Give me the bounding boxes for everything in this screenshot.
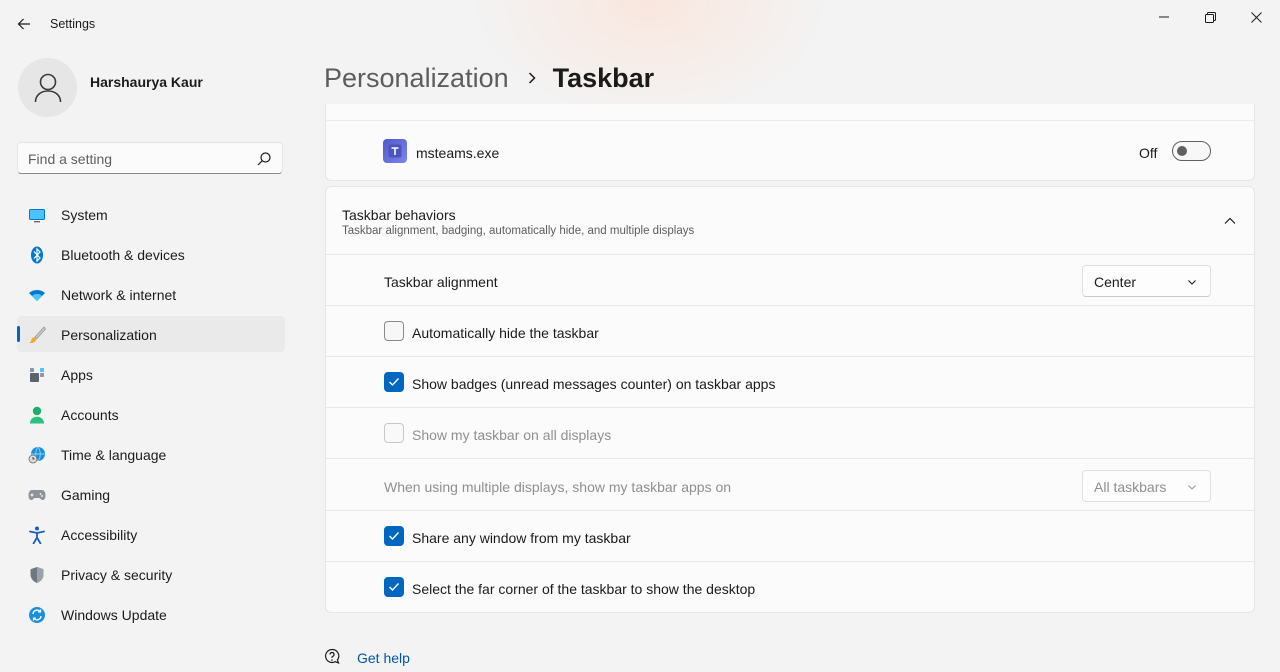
sidebar-item-personalization[interactable]: Personalization xyxy=(17,316,285,352)
multi-display-dropdown[interactable]: All taskbars xyxy=(1082,470,1211,502)
breadcrumb-parent[interactable]: Personalization xyxy=(324,63,509,94)
dropdown-value: Center xyxy=(1094,274,1137,290)
section-subtitle: Taskbar alignment, badging, automaticall… xyxy=(342,225,695,237)
wifi-icon xyxy=(28,286,46,304)
search-box[interactable] xyxy=(17,142,283,174)
row-label: Select the far corner of the taskbar to … xyxy=(412,581,756,597)
close-icon xyxy=(1250,11,1262,23)
chevron-down-icon xyxy=(1188,280,1196,285)
section-title: Taskbar behaviors xyxy=(342,207,456,223)
person-icon xyxy=(34,73,61,102)
monitor-icon xyxy=(28,206,46,224)
sidebar-item-system[interactable]: System xyxy=(17,196,285,232)
overflow-app-card: msteams.exe Off xyxy=(325,104,1255,181)
bluetooth-icon xyxy=(28,246,46,264)
row-label: When using multiple displays, show my ta… xyxy=(384,479,732,495)
taskbar-behaviors-card: Taskbar behaviors Taskbar alignment, bad… xyxy=(325,186,1255,613)
apps-icon xyxy=(28,366,46,384)
checkmark-icon xyxy=(389,532,400,541)
sidebar-item-label: Windows Update xyxy=(61,607,167,623)
sidebar-item-label: Accounts xyxy=(61,407,119,423)
sidebar-item-network[interactable]: Network & internet xyxy=(17,276,285,312)
sidebar-item-label: Time & language xyxy=(61,447,167,463)
sidebar-item-label: Personalization xyxy=(61,327,157,343)
row-label: Show badges (unread messages counter) on… xyxy=(412,376,776,392)
row-label: Taskbar alignment xyxy=(384,274,498,290)
sidebar-item-privacy-security[interactable]: Privacy & security xyxy=(17,556,285,592)
dropdown-value: All taskbars xyxy=(1094,479,1167,495)
sidebar-item-accessibility[interactable]: Accessibility xyxy=(17,516,285,552)
msteams-toggle[interactable] xyxy=(1172,141,1211,161)
sidebar-item-bluetooth[interactable]: Bluetooth & devices xyxy=(17,236,285,272)
checkmark-icon xyxy=(389,378,400,387)
sidebar-nav: System Bluetooth & devices Network & int… xyxy=(17,196,285,636)
accessibility-icon xyxy=(28,526,46,544)
row-label: Show my taskbar on all displays xyxy=(412,427,612,443)
user-name: Harshaurya Kaur xyxy=(90,74,203,90)
auto-hide-checkbox[interactable] xyxy=(384,321,404,341)
share-window-checkbox[interactable] xyxy=(384,526,404,546)
sidebar-item-label: Accessibility xyxy=(61,527,138,543)
multi-display-row: When using multiple displays, show my ta… xyxy=(326,459,1254,511)
chevron-down-icon xyxy=(1188,485,1196,490)
avatar xyxy=(18,58,77,117)
show-badges-checkbox[interactable] xyxy=(384,372,404,392)
user-profile[interactable]: Harshaurya Kaur xyxy=(18,58,288,118)
update-icon xyxy=(28,606,46,624)
sidebar-item-time-language[interactable]: Time & language xyxy=(17,436,285,472)
divider xyxy=(326,120,1254,121)
arrow-left-icon xyxy=(17,18,30,30)
far-corner-row: Select the far corner of the taskbar to … xyxy=(326,562,1254,613)
minimize-button[interactable] xyxy=(1141,4,1187,30)
sidebar-item-windows-update[interactable]: Windows Update xyxy=(17,596,285,632)
title-bar: Settings xyxy=(0,0,1280,48)
gamepad-icon xyxy=(28,486,46,504)
sidebar-item-label: Privacy & security xyxy=(61,567,173,583)
show-badges-row: Show badges (unread messages counter) on… xyxy=(326,357,1254,408)
sidebar-item-apps[interactable]: Apps xyxy=(17,356,285,392)
search-icon[interactable] xyxy=(256,151,272,167)
checkmark-icon xyxy=(389,583,400,592)
sidebar-item-label: Gaming xyxy=(61,487,111,503)
sidebar-item-label: Network & internet xyxy=(61,287,177,303)
minimize-icon xyxy=(1159,16,1169,18)
taskbar-alignment-dropdown[interactable]: Center xyxy=(1082,265,1211,297)
chevron-up-icon[interactable] xyxy=(1223,214,1237,228)
app-title: Settings xyxy=(50,17,96,31)
chevron-right-icon xyxy=(527,71,537,85)
app-name: msteams.exe xyxy=(416,145,500,161)
close-button[interactable] xyxy=(1233,4,1279,30)
page-title: Taskbar xyxy=(552,62,655,93)
teams-icon xyxy=(383,139,407,163)
globe-clock-icon xyxy=(28,446,46,464)
sidebar-item-label: Bluetooth & devices xyxy=(61,247,185,263)
get-help-link[interactable]: Get help xyxy=(357,650,410,666)
row-label: Automatically hide the taskbar xyxy=(412,325,599,341)
maximize-button[interactable] xyxy=(1187,4,1233,30)
help-chat-icon xyxy=(324,648,340,665)
taskbar-behaviors-header[interactable]: Taskbar behaviors Taskbar alignment, bad… xyxy=(326,187,1254,255)
share-window-row: Share any window from my taskbar xyxy=(326,511,1254,562)
person-icon xyxy=(28,406,46,424)
toggle-state-label: Off xyxy=(1139,145,1158,161)
sidebar-item-gaming[interactable]: Gaming xyxy=(17,476,285,512)
sidebar-item-accounts[interactable]: Accounts xyxy=(17,396,285,432)
far-corner-checkbox[interactable] xyxy=(384,577,404,597)
search-input[interactable] xyxy=(28,150,248,168)
sidebar-item-label: Apps xyxy=(61,367,93,383)
breadcrumb: Personalization Taskbar xyxy=(324,58,654,98)
shield-icon xyxy=(28,566,46,584)
auto-hide-row: Automatically hide the taskbar xyxy=(326,306,1254,357)
all-displays-checkbox[interactable] xyxy=(384,423,404,443)
back-button[interactable] xyxy=(12,12,36,36)
row-label: Share any window from my taskbar xyxy=(412,530,631,546)
sidebar-item-label: System xyxy=(61,207,108,223)
all-displays-row: Show my taskbar on all displays xyxy=(326,408,1254,459)
restore-icon xyxy=(1204,11,1216,23)
toggle-knob xyxy=(1177,146,1187,156)
taskbar-alignment-row: Taskbar alignment Center xyxy=(326,255,1254,306)
paintbrush-icon xyxy=(28,326,46,344)
